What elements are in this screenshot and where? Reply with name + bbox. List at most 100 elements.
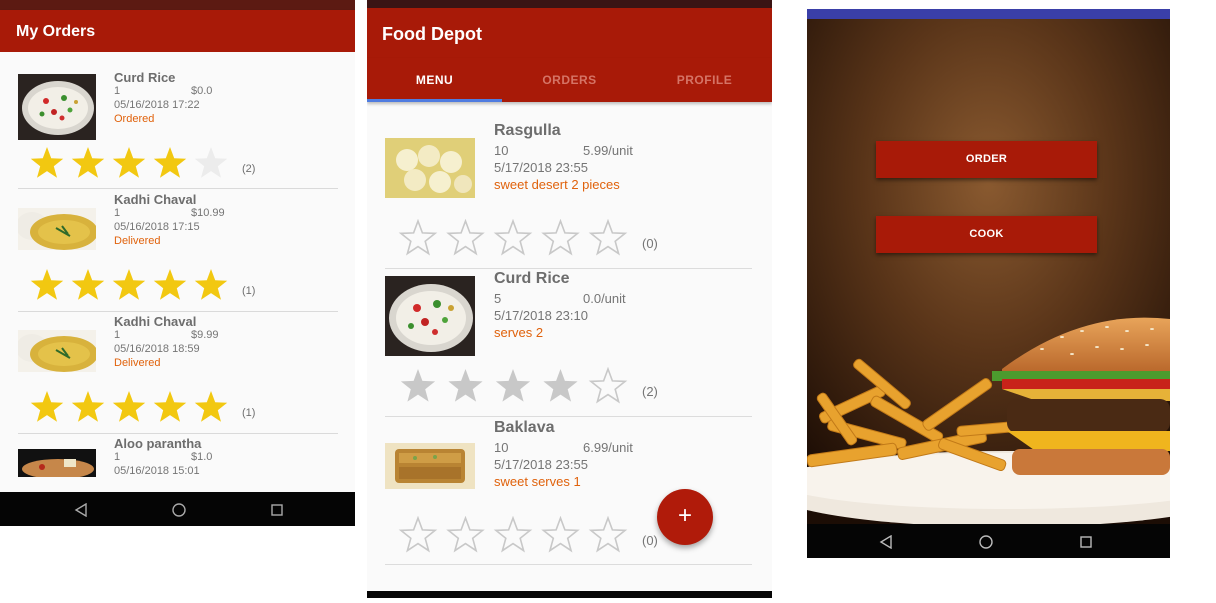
rating-stars[interactable] (398, 219, 638, 259)
menu-item-description: serves 2 (494, 325, 544, 340)
order-date: 05/16/2018 17:15 (114, 221, 200, 233)
status-bar (807, 9, 1170, 19)
order-name: Aloo parantha (114, 436, 202, 451)
star-filled-icon[interactable] (71, 147, 105, 178)
star-filled-icon[interactable] (495, 369, 531, 402)
add-item-fab[interactable]: + (657, 489, 713, 545)
recents-square-icon[interactable] (1079, 535, 1093, 549)
star-empty-icon[interactable] (588, 367, 628, 404)
star-filled-icon[interactable] (71, 269, 105, 300)
star-filled-icon[interactable] (30, 147, 64, 178)
star-empty-icon[interactable] (398, 219, 438, 256)
star-filled-icon[interactable] (543, 369, 578, 402)
order-price: $10.99 (191, 207, 225, 219)
order-name: Kadhi Chaval (114, 192, 197, 207)
menu-item-name: Baklava (494, 419, 555, 436)
back-triangle-icon[interactable] (879, 535, 893, 549)
star-filled-icon[interactable] (30, 269, 64, 300)
status-bar (367, 0, 772, 8)
food-thumbnail-baklava (385, 443, 475, 489)
food-thumbnail-rasgulla (385, 138, 475, 198)
food-depot-screen: Food Depot MENU ORDERS PROFILE Rasgulla … (367, 0, 772, 598)
order-quantity: 1 (114, 85, 121, 97)
star-filled-icon[interactable] (194, 269, 228, 300)
star-empty-icon[interactable] (446, 516, 485, 553)
food-thumbnail-curd-rice (18, 74, 96, 140)
star-filled-icon[interactable] (400, 369, 436, 402)
star-empty-icon[interactable] (398, 516, 438, 553)
burger-fries-background-image (807, 19, 1170, 524)
menu-item-description: sweet serves 1 (494, 474, 581, 489)
order-price: $0.0 (191, 85, 213, 97)
order-name: Kadhi Chaval (114, 314, 197, 329)
order-price: $1.0 (191, 451, 213, 463)
tab-profile[interactable]: PROFILE (637, 58, 772, 102)
star-empty-icon[interactable] (588, 516, 628, 553)
tab-menu[interactable]: MENU (367, 58, 502, 102)
star-filled-icon[interactable] (71, 391, 105, 422)
home-circle-icon[interactable] (978, 534, 994, 550)
rating-stars[interactable] (28, 268, 238, 304)
my-orders-screen: My Orders Curd Rice 1 $0.0 05/16/2018 17… (0, 0, 355, 526)
star-empty-icon[interactable] (194, 147, 228, 178)
star-filled-icon[interactable] (194, 391, 228, 422)
star-empty-icon[interactable] (493, 516, 533, 553)
rating-count: (1) (242, 407, 256, 419)
order-quantity: 1 (114, 207, 121, 219)
tab-indicator (367, 99, 502, 102)
status-bar (0, 0, 355, 10)
menu-item-name: Rasgulla (494, 122, 561, 139)
star-empty-icon[interactable] (541, 219, 580, 256)
food-thumbnail-kadhi-chaval (18, 208, 96, 250)
system-nav-bar (0, 492, 355, 526)
menu-item-quantity: 5 (494, 291, 502, 306)
menu-item-date: 5/17/2018 23:55 (494, 457, 588, 472)
recents-square-icon[interactable] (270, 503, 284, 517)
menu-item-date: 5/17/2018 23:55 (494, 160, 588, 175)
home-circle-icon[interactable] (171, 502, 187, 518)
star-filled-icon[interactable] (153, 269, 187, 300)
tab-orders[interactable]: ORDERS (502, 58, 637, 102)
star-empty-icon[interactable] (493, 219, 533, 256)
cook-button[interactable]: COOK (876, 216, 1097, 253)
landing-screen: ORDER COOK (807, 9, 1170, 558)
app-bar: My Orders (0, 10, 355, 52)
orders-list[interactable]: Curd Rice 1 $0.0 05/16/2018 17:22 Ordere… (0, 52, 355, 492)
menu-item-description: sweet desert 2 pieces (494, 177, 620, 192)
rating-stars[interactable] (398, 367, 638, 407)
order-date: 05/16/2018 17:22 (114, 99, 200, 111)
divider (18, 433, 338, 434)
menu-item-quantity: 10 (494, 440, 509, 455)
star-filled-icon[interactable] (153, 147, 187, 178)
divider (385, 564, 752, 565)
star-empty-icon[interactable] (446, 219, 485, 256)
food-thumbnail-curd-rice (385, 276, 475, 356)
order-status: Delivered (114, 235, 161, 247)
star-empty-icon[interactable] (588, 219, 628, 256)
order-quantity: 1 (114, 451, 121, 463)
rating-stars[interactable] (398, 516, 638, 556)
tab-bar: MENU ORDERS PROFILE (367, 58, 772, 102)
back-triangle-icon[interactable] (74, 503, 88, 517)
food-thumbnail-aloo-parantha (18, 449, 96, 477)
star-filled-icon[interactable] (112, 147, 146, 178)
app-bar: Food Depot (367, 8, 772, 58)
star-filled-icon[interactable] (448, 369, 483, 402)
order-price: $9.99 (191, 329, 219, 341)
star-empty-icon[interactable] (541, 516, 580, 553)
star-filled-icon[interactable] (112, 269, 146, 300)
menu-item-price: 0.0/unit (583, 291, 626, 306)
star-filled-icon[interactable] (112, 391, 146, 422)
rating-count: (1) (242, 285, 256, 297)
star-filled-icon[interactable] (153, 391, 187, 422)
order-date: 05/16/2018 15:01 (114, 465, 200, 477)
order-date: 05/16/2018 18:59 (114, 343, 200, 355)
rating-stars[interactable] (28, 390, 238, 426)
menu-item-price: 5.99/unit (583, 143, 633, 158)
star-filled-icon[interactable] (30, 391, 64, 422)
order-status: Delivered (114, 357, 161, 369)
rating-count: (2) (642, 384, 658, 399)
order-button[interactable]: ORDER (876, 141, 1097, 178)
rating-stars[interactable] (28, 146, 238, 182)
divider (18, 188, 338, 189)
